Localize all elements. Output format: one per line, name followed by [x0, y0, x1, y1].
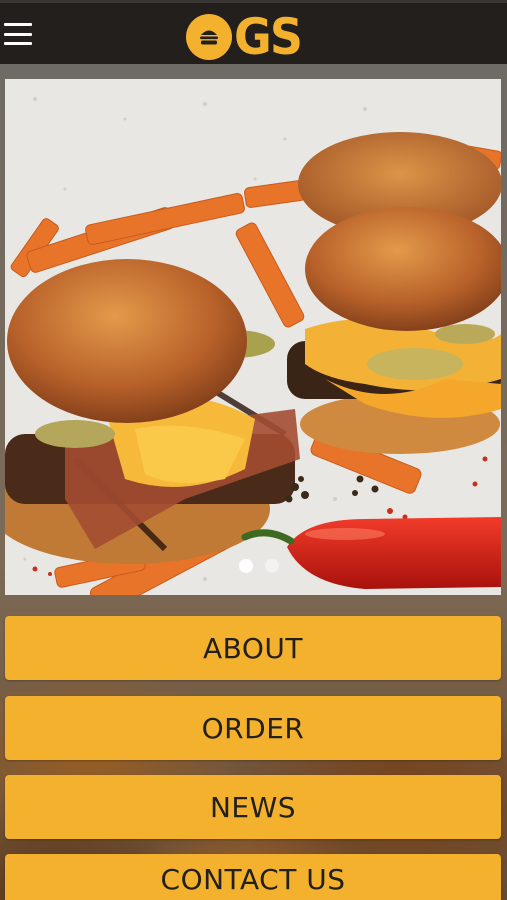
hero-image: [5, 79, 501, 595]
app-header: GS: [0, 0, 507, 64]
carousel-dot[interactable]: [265, 559, 279, 573]
burger-icon: [200, 30, 218, 45]
about-button[interactable]: ABOUT: [5, 616, 501, 680]
news-button[interactable]: NEWS: [5, 775, 501, 839]
order-button[interactable]: ORDER: [5, 696, 501, 760]
logo[interactable]: GS: [186, 11, 307, 63]
carousel-dot-active[interactable]: [239, 559, 253, 573]
carousel-indicators: [5, 559, 501, 573]
logo-o-mark: [186, 14, 232, 60]
hero-carousel[interactable]: [5, 79, 501, 595]
hamburger-menu-icon[interactable]: [4, 23, 32, 45]
contact-us-button[interactable]: CONTACT US: [5, 854, 501, 900]
logo-text: GS: [234, 8, 303, 66]
